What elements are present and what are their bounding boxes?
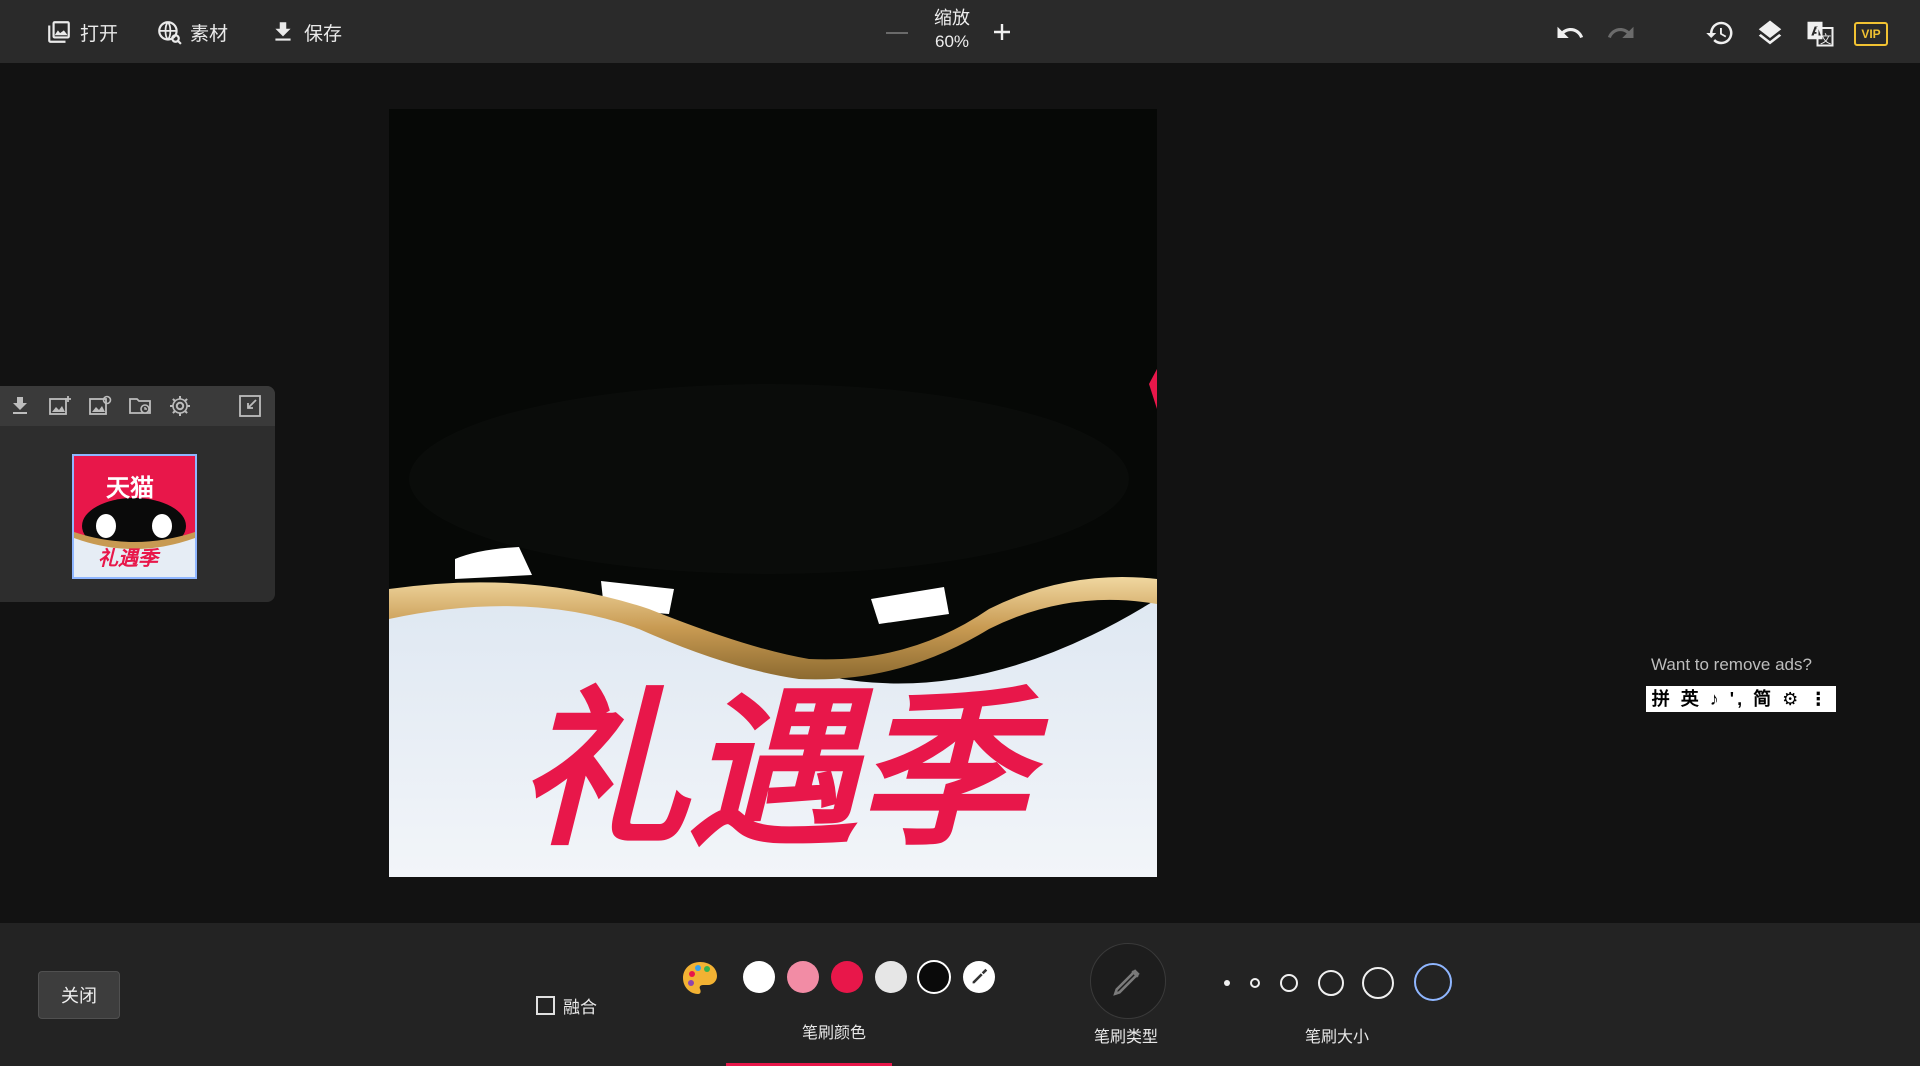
remove-ads-link[interactable]: Want to remove ads? [1651, 655, 1812, 675]
swatch-pink[interactable] [787, 961, 819, 993]
swatch-red[interactable] [831, 961, 863, 993]
blend-checkbox[interactable] [536, 996, 555, 1015]
swatch-white[interactable] [743, 961, 775, 993]
eyedropper-button[interactable] [963, 961, 995, 993]
translate-icon: A文 [1807, 21, 1834, 47]
svg-text:文: 文 [1820, 32, 1831, 46]
zoom-indicator: 缩放 60% [926, 6, 978, 54]
panel-folder-button[interactable] [128, 394, 152, 418]
image-edit-icon [89, 395, 112, 415]
panel-settings-button[interactable] [168, 394, 192, 418]
zoom-label: 缩放 [934, 8, 970, 28]
canvas-artwork: 礼遇季 [389, 109, 1157, 877]
assets-button[interactable]: 素材 [156, 14, 228, 50]
zoom-out-button[interactable] [886, 32, 908, 34]
folder-icon [129, 398, 151, 414]
eyedropper-icon [972, 968, 988, 984]
top-toolbar: 打开 素材 保存 缩放 60% A文 VIP [0, 0, 1920, 63]
gear-icon [170, 396, 190, 416]
open-button[interactable]: 打开 [46, 14, 118, 50]
ime-status-bar[interactable]: 拼 英 ♪ ', 简 ⚙ ⋮ [1646, 686, 1836, 712]
assets-label: 素材 [190, 23, 229, 45]
zoom-value: 60% [934, 32, 970, 51]
panel-download-button[interactable] [8, 394, 32, 418]
swatch-black-selected[interactable] [917, 960, 951, 994]
image-open-icon [48, 21, 70, 43]
brush-type-button[interactable] [1090, 943, 1166, 1019]
save-button[interactable]: 保存 [270, 14, 342, 50]
swatch-light-gray[interactable] [875, 961, 907, 993]
panel-collapse-button[interactable] [238, 394, 262, 418]
brush-size-3[interactable] [1280, 974, 1298, 992]
editor-canvas[interactable]: 礼遇季 [389, 109, 1157, 877]
panel-add-image-button[interactable] [48, 394, 72, 418]
download-icon [275, 22, 291, 41]
image-thumbnail[interactable]: 天猫 礼遇季 [72, 454, 197, 579]
layers-button[interactable] [1755, 18, 1785, 48]
vip-icon[interactable]: VIP [1854, 22, 1888, 46]
blend-label: 融合 [563, 998, 597, 1017]
save-label: 保存 [304, 23, 343, 45]
canvas-headline: 礼遇季 [518, 672, 1049, 870]
undo-button[interactable] [1555, 18, 1585, 48]
image-list-panel: 天猫 礼遇季 [0, 386, 275, 602]
palette-icon[interactable] [680, 959, 720, 999]
panel-toolbar [0, 386, 275, 426]
layers-icon [1758, 20, 1782, 45]
blend-option[interactable]: 融合 [536, 993, 597, 1018]
collapse-icon [239, 395, 261, 417]
redo-button[interactable] [1606, 18, 1636, 48]
thumbnail-title: 天猫 [106, 475, 154, 502]
brush-color-label: 笔刷颜色 [802, 1025, 867, 1042]
history-icon [1706, 21, 1733, 45]
zoom-plus-icon[interactable] [990, 20, 1014, 44]
brush-size-6-selected[interactable] [1414, 963, 1452, 1001]
history-button[interactable] [1705, 18, 1735, 48]
brush-size-5[interactable] [1362, 967, 1394, 999]
globe-icon [158, 21, 182, 45]
download-icon [13, 397, 27, 414]
translate-button[interactable]: A文 [1805, 18, 1835, 48]
undo-icon [1557, 26, 1584, 38]
close-button[interactable]: 关闭 [38, 971, 120, 1019]
add-image-icon [49, 396, 71, 415]
panel-image-edit-button[interactable] [88, 394, 112, 418]
pencil-icon [1113, 969, 1140, 996]
thumbnail-subtitle: 礼遇季 [98, 548, 158, 570]
redo-icon [1607, 26, 1634, 38]
brush-size-label: 笔刷大小 [1305, 1029, 1370, 1046]
brush-toolbar: 关闭 融合 笔刷颜色 笔刷类型 笔刷大小 [0, 923, 1920, 1066]
brush-size-4[interactable] [1318, 970, 1344, 996]
brush-type-label: 笔刷类型 [1094, 1029, 1159, 1046]
brush-size-2[interactable] [1250, 978, 1260, 988]
open-label: 打开 [80, 23, 119, 45]
brush-size-1[interactable] [1224, 980, 1230, 986]
